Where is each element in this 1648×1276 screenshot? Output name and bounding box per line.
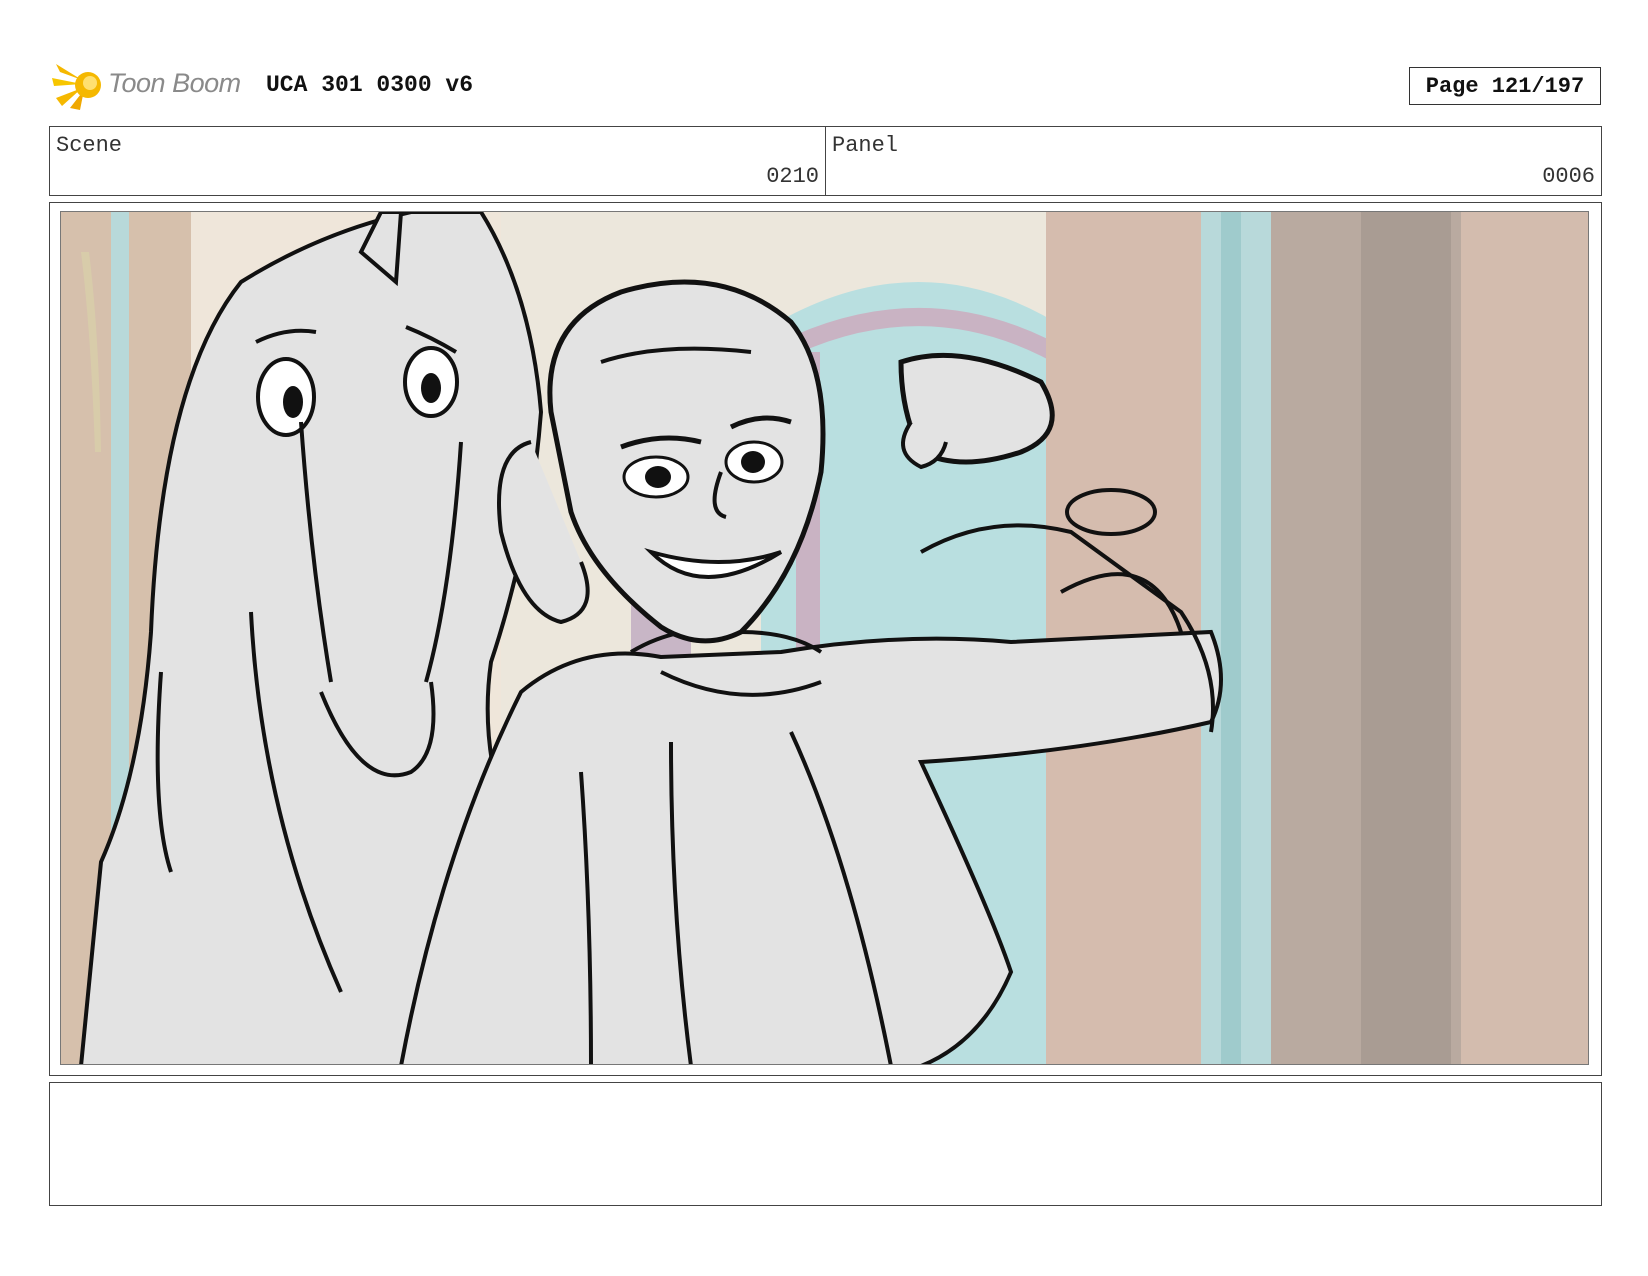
storyboard-sketch (61, 212, 1588, 1064)
scene-number: 0210 (766, 164, 819, 189)
toon-boom-logo: Toon Boom (52, 58, 252, 112)
scene-panel-header: Scene 0210 Panel 0006 (49, 126, 1602, 196)
panel-notes-box (49, 1082, 1602, 1206)
panel-label: Panel (832, 133, 899, 158)
storyboard-panel-frame (49, 202, 1602, 1076)
scene-label: Scene (56, 133, 123, 158)
document-title: UCA 301 0300 v6 (266, 72, 474, 98)
panel-number: 0006 (1542, 164, 1595, 189)
scene-cell: Scene 0210 (50, 127, 825, 195)
storyboard-panel-image (60, 211, 1589, 1065)
toon-boom-logo-icon (52, 64, 101, 110)
panel-cell: Panel 0006 (825, 127, 1601, 195)
logo-text: Toon Boom (108, 68, 241, 98)
page-indicator: Page 121/197 (1409, 67, 1601, 105)
